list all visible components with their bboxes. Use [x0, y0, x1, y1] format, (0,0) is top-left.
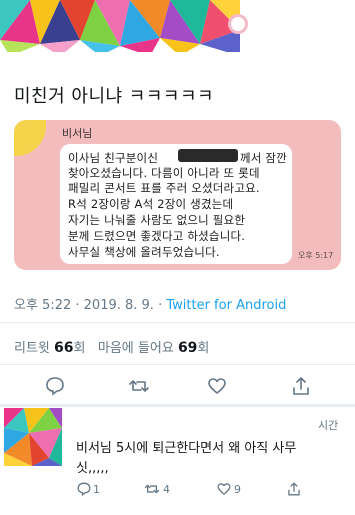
divider	[0, 322, 355, 323]
retweet-count: 4	[163, 483, 170, 496]
retweet-label: 리트윗	[14, 341, 50, 356]
tweet-time: 오후 5:22	[14, 298, 72, 313]
like-unit: 회	[197, 341, 210, 356]
message-line: 이사님 친구분이신	[68, 151, 159, 165]
reply-time: 시간	[318, 419, 339, 432]
like-count: 9	[234, 483, 241, 496]
like-stat[interactable]: 마음에 들어요 69회	[97, 340, 210, 356]
retweet-icon[interactable]	[128, 375, 150, 397]
message-line: 패밀리 콘서트 표를 주러 오셨더라고요.	[68, 181, 260, 195]
reply-text: 비서님 5시에 퇴근한다면서 왜 아직 사무	[76, 441, 297, 456]
message-sender: 비서님	[62, 127, 93, 140]
message-line: 찾아오셨습니다. 다름이 아니라 또 롯데	[68, 166, 260, 180]
heart-icon[interactable]	[216, 481, 232, 497]
tweet-source-link[interactable]: Twitter for Android	[166, 298, 286, 313]
retweet-stat[interactable]: 리트윗 66회	[14, 340, 86, 356]
reply-icon[interactable]	[76, 481, 92, 497]
like-count: 69	[177, 340, 198, 356]
reply-text: 싯,,,,,	[76, 461, 109, 476]
tweet-stats: 리트윗 66회 마음에 들어요 69회	[14, 337, 209, 356]
redaction-bar	[178, 149, 238, 162]
tweet-date: 2019. 8. 9.	[83, 298, 154, 313]
retweet-unit: 회	[73, 341, 86, 356]
sender-avatar	[14, 120, 46, 156]
reply-avatar[interactable]	[4, 408, 62, 466]
meta-separator: ·	[71, 298, 84, 313]
reply-icon[interactable]	[44, 375, 66, 397]
message-line: 께서 잠깐	[240, 151, 287, 165]
like-label: 마음에 들어요	[97, 341, 174, 356]
share-icon[interactable]	[286, 481, 302, 497]
message-line: 자기는 나눠줄 사람도 없으니 필요한	[68, 213, 246, 227]
profile-banner	[0, 0, 240, 56]
retweet-count: 66	[54, 340, 74, 356]
decorative-circle	[228, 14, 248, 34]
section-divider	[0, 404, 355, 407]
retweet-icon[interactable]	[144, 481, 160, 497]
tweet-text: 미친거 아니냐 ㅋㅋㅋㅋㅋ	[14, 86, 215, 107]
share-icon[interactable]	[290, 375, 312, 397]
meta-separator: ·	[153, 298, 167, 313]
message-line: 사무실 책상에 올려두었습니다.	[68, 245, 220, 259]
tweet-timestamp: 오후 5:22 · 2019. 8. 9. · Twitter for Andr…	[14, 294, 286, 313]
heart-icon[interactable]	[206, 375, 228, 397]
message-time: 오후 5:17	[298, 251, 334, 260]
divider	[0, 364, 355, 365]
message-line: R석 2장이랑 A석 2장이 생겼는데	[68, 197, 234, 211]
attached-image[interactable]: 비서님 이사님 친구분이신 께서 잠깐 찾아오셨습니다. 다름이 아니라 또 롯…	[14, 120, 341, 270]
reply-count: 1	[93, 483, 100, 496]
message-line: 분께 드렸으면 좋겠다고 하셨습니다.	[68, 229, 246, 243]
message-bubble: 이사님 친구분이신 께서 잠깐 찾아오셨습니다. 다름이 아니라 또 롯데 패밀…	[60, 144, 292, 264]
